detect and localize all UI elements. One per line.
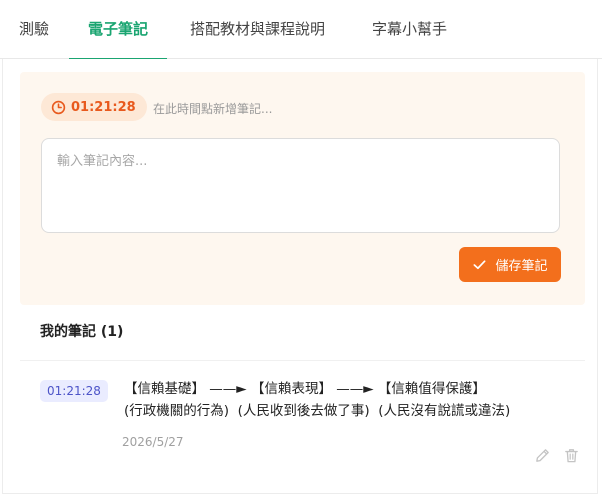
current-time: 01:21:28: [71, 99, 136, 115]
tab-quiz[interactable]: 測驗: [19, 0, 49, 59]
note-content-input[interactable]: [41, 138, 560, 233]
tab-bar: 測驗 電子筆記 搭配教材與課程說明 字幕小幫手: [0, 0, 602, 60]
trash-icon[interactable]: [563, 447, 580, 464]
note-editor: 01:21:28 在此時間點新增筆記... 儲存筆記: [20, 72, 585, 305]
tab-subtitle-helper[interactable]: 字幕小幫手: [372, 0, 447, 59]
note-text-line-2: (行政機關的行為) (人民收到後去做了事) (人民沒有說謊或違法): [124, 403, 511, 419]
tab-e-notes[interactable]: 電子筆記: [68, 0, 168, 60]
note-text-line-1: 【信賴基礎】 ——► 【信賴表現】 ——► 【信賴值得保護】: [124, 381, 486, 397]
tab-materials[interactable]: 搭配教材與課程說明: [190, 0, 325, 59]
note-timestamp-badge[interactable]: 01:21:28: [40, 380, 108, 402]
note-item: 01:21:28 【信賴基礎】 ——► 【信賴表現】 ——► 【信賴值得保護】 …: [20, 361, 585, 489]
save-note-label: 儲存筆記: [495, 259, 548, 274]
save-note-button[interactable]: 儲存筆記: [459, 247, 561, 282]
notes-panel: 01:21:28 在此時間點新增筆記... 儲存筆記 我的筆記 (1) 01:2…: [2, 59, 598, 494]
clock-icon: [51, 100, 66, 114]
add-note-hint: 在此時間點新增筆記...: [153, 102, 273, 116]
current-time-pill[interactable]: 01:21:28: [41, 93, 147, 121]
check-icon: [473, 260, 486, 270]
edit-pencil-icon[interactable]: [534, 447, 551, 464]
my-notes-heading: 我的筆記 (1): [40, 324, 124, 340]
note-date: 2026/5/27: [122, 435, 184, 449]
